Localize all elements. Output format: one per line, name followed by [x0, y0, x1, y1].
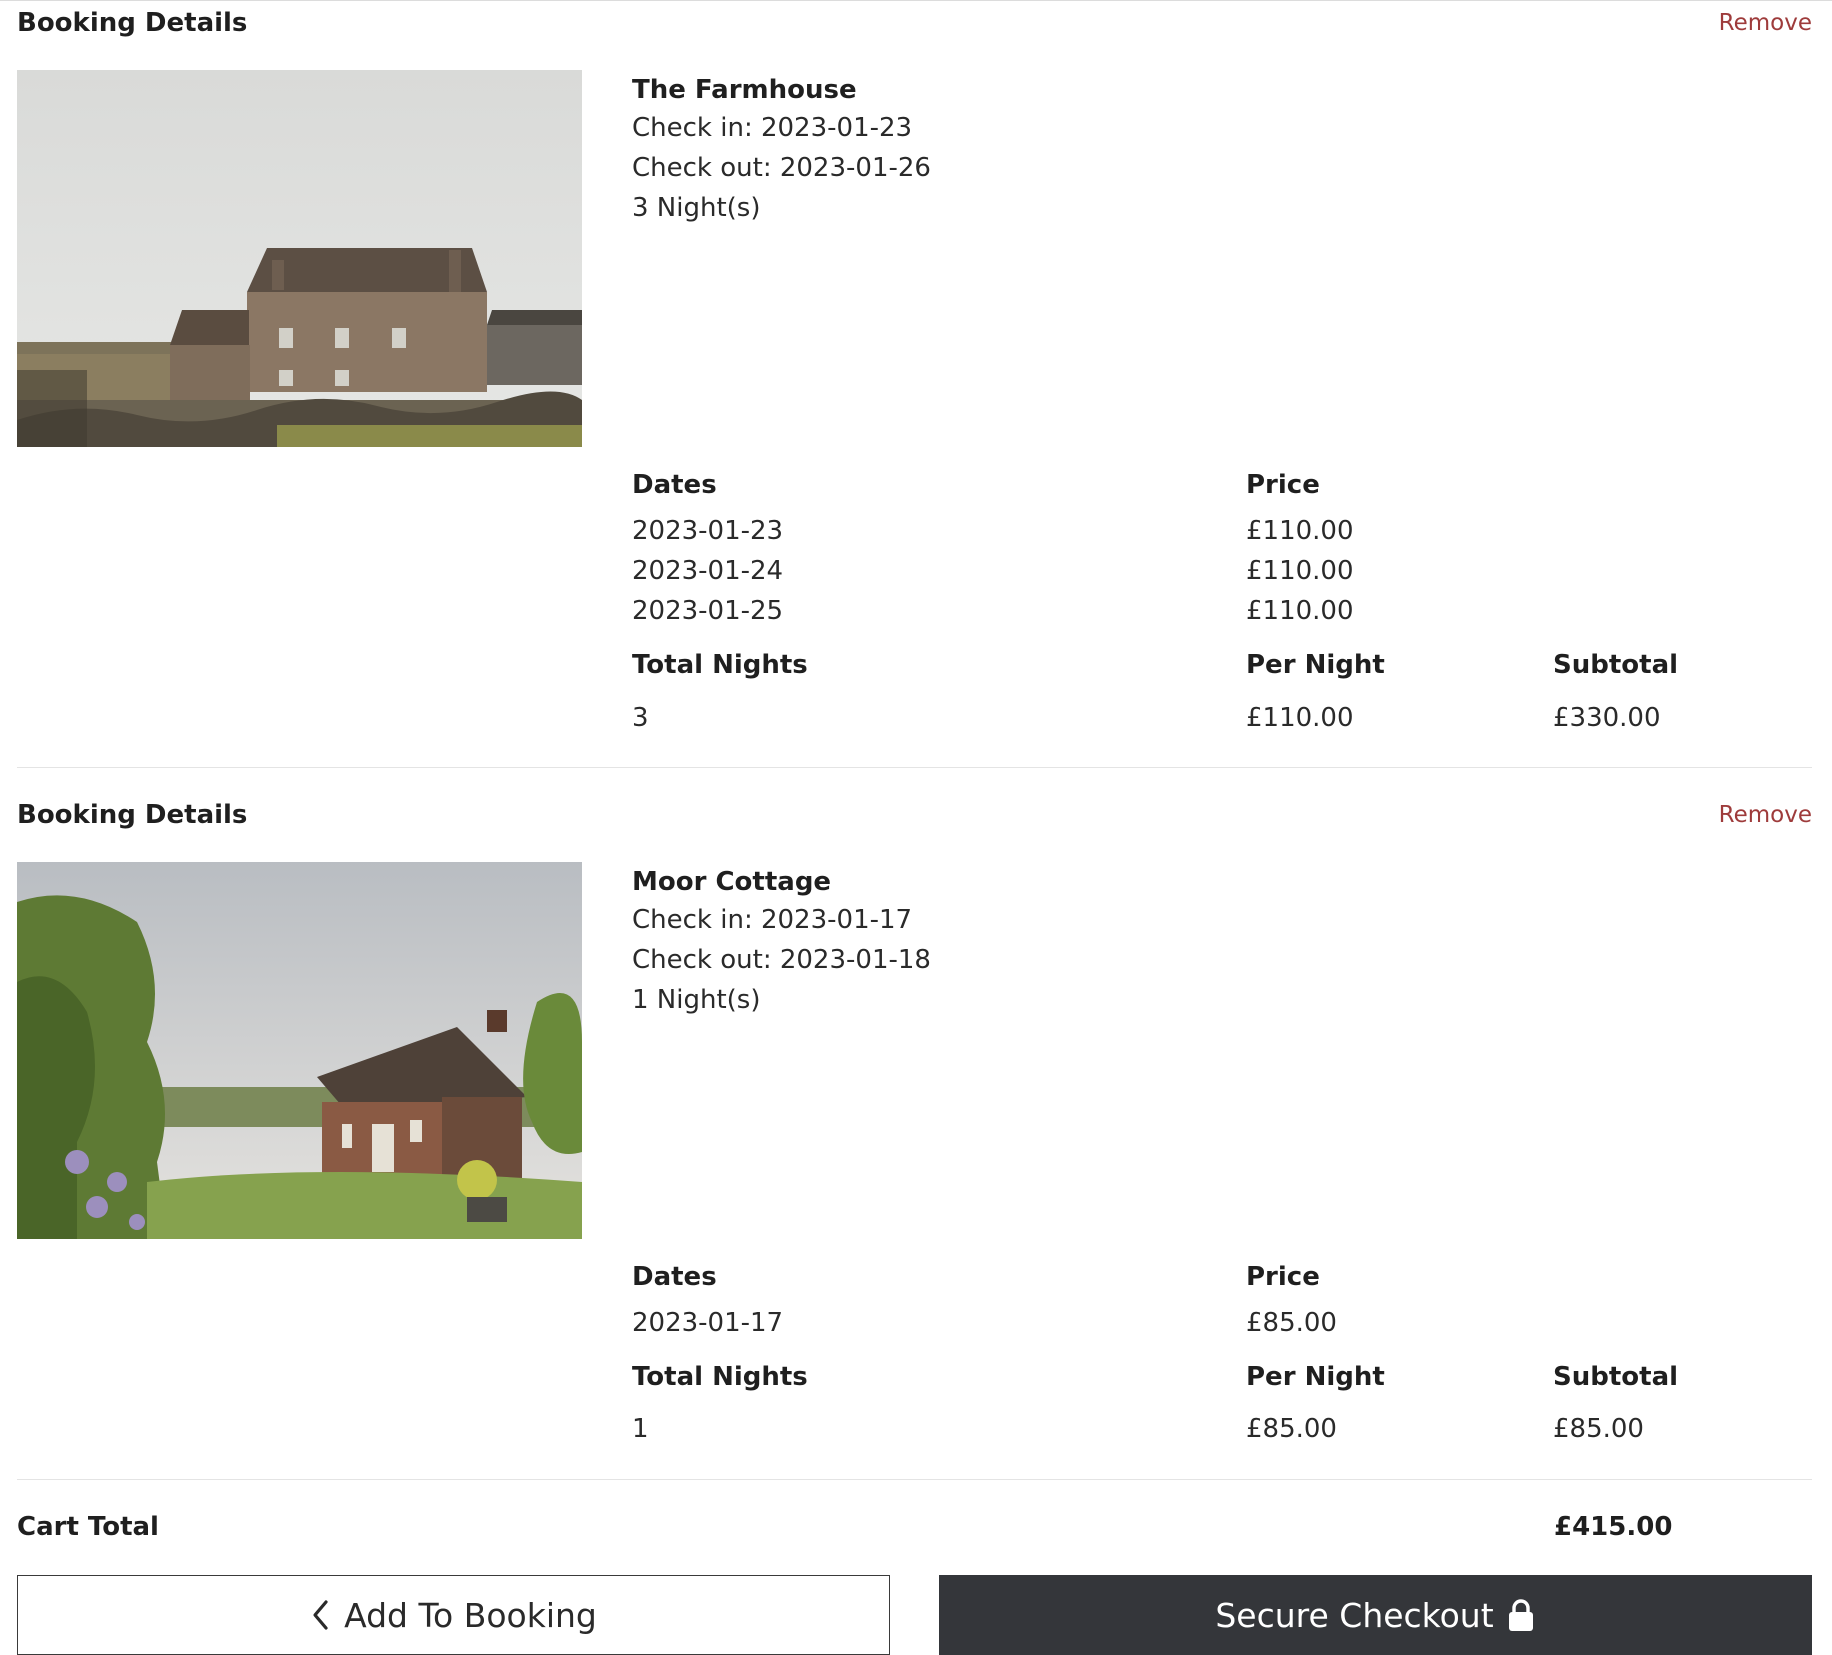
check-out-date: Check out: 2023-01-18 — [632, 945, 931, 975]
per-night-value: £85.00 — [1246, 1414, 1337, 1444]
nights-count: 1 Night(s) — [632, 985, 761, 1015]
per-night-header: Per Night — [1246, 1362, 1385, 1392]
total-nights-value: 1 — [632, 1414, 649, 1444]
total-nights-header: Total Nights — [632, 650, 808, 680]
nights-count: 3 Night(s) — [632, 193, 761, 223]
total-nights-header: Total Nights — [632, 1362, 808, 1392]
booking-card-moor-cottage: Booking Details Remove Moor Cottage Chec… — [17, 792, 1812, 1480]
price-cell: £110.00 — [1246, 516, 1354, 546]
booking-details-title: Booking Details — [17, 8, 248, 38]
price-header: Price — [1246, 470, 1320, 500]
subtotal-value: £85.00 — [1553, 1414, 1644, 1444]
check-in-date: Check in: 2023-01-23 — [632, 113, 913, 143]
price-cell: £110.00 — [1246, 596, 1354, 626]
section-divider — [17, 767, 1812, 768]
booking-card-farmhouse: Booking Details Remove The Farmhouse Che… — [17, 0, 1812, 768]
remove-booking-link[interactable]: Remove — [1719, 802, 1812, 828]
booking-details-title: Booking Details — [17, 800, 248, 830]
subtotal-header: Subtotal — [1553, 1362, 1679, 1392]
remove-booking-link[interactable]: Remove — [1719, 10, 1812, 36]
date-cell: 2023-01-23 — [632, 516, 784, 546]
check-out-date: Check out: 2023-01-26 — [632, 153, 931, 183]
property-photo — [17, 70, 582, 447]
property-name: The Farmhouse — [632, 75, 857, 105]
price-cell: £110.00 — [1246, 556, 1354, 586]
price-header: Price — [1246, 1262, 1320, 1292]
add-to-booking-label: Add To Booking — [344, 1595, 597, 1635]
per-night-value: £110.00 — [1246, 703, 1354, 733]
dates-header: Dates — [632, 1262, 717, 1292]
secure-checkout-label: Secure Checkout — [1215, 1595, 1494, 1635]
section-divider — [17, 1479, 1812, 1480]
chevron-left-icon — [310, 1599, 330, 1631]
total-nights-value: 3 — [632, 703, 649, 733]
date-cell: 2023-01-25 — [632, 596, 784, 626]
date-cell: 2023-01-17 — [632, 1308, 784, 1338]
property-photo — [17, 862, 582, 1239]
price-cell: £85.00 — [1246, 1308, 1337, 1338]
check-in-date: Check in: 2023-01-17 — [632, 905, 913, 935]
date-cell: 2023-01-24 — [632, 556, 784, 586]
secure-checkout-button[interactable]: Secure Checkout — [939, 1575, 1812, 1655]
subtotal-header: Subtotal — [1553, 650, 1679, 680]
lock-icon — [1506, 1598, 1536, 1632]
cart-total-value: £415.00 — [1554, 1512, 1673, 1542]
dates-header: Dates — [632, 470, 717, 500]
add-to-booking-button[interactable]: Add To Booking — [17, 1575, 890, 1655]
property-summary: The Farmhouse Check in: 2023-01-23 Check… — [632, 72, 931, 228]
cart-total-label: Cart Total — [17, 1512, 159, 1542]
subtotal-value: £330.00 — [1553, 703, 1661, 733]
property-name: Moor Cottage — [632, 867, 832, 897]
per-night-header: Per Night — [1246, 650, 1385, 680]
property-summary: Moor Cottage Check in: 2023-01-17 Check … — [632, 864, 931, 1020]
